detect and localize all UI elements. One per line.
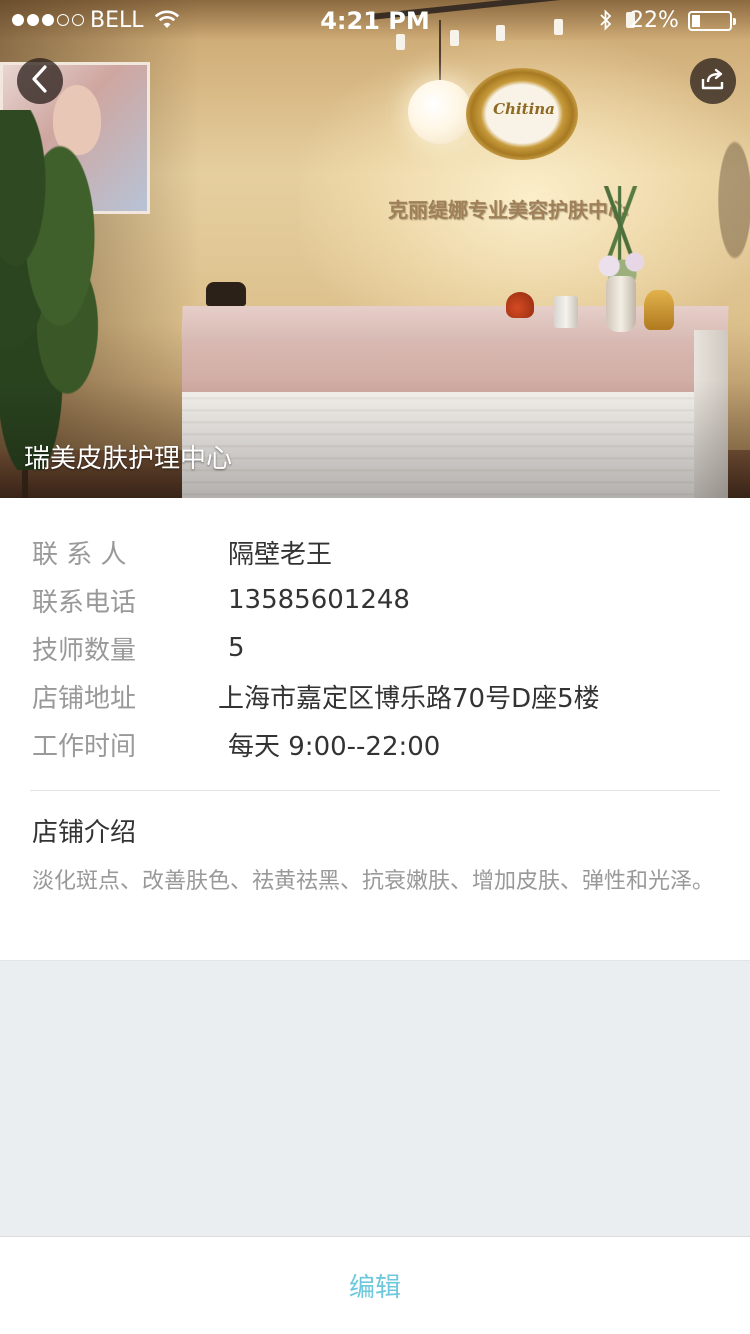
phone-row: 联系电话 13585601248 [32, 580, 410, 620]
pendant-lamp [408, 80, 472, 144]
brand-logo-text: Chitina [493, 100, 555, 118]
phone-label: 联系电话 [32, 587, 137, 618]
divider [30, 790, 720, 791]
store-name: 瑞美皮肤护理中心 [24, 444, 233, 474]
technicians-value: 5 [228, 633, 245, 663]
phone-value[interactable]: 13585601248 [228, 585, 410, 615]
store-info-card: 联 系 人 隔壁老王 联系电话 13585601248 技师数量 5 店铺地址 … [0, 498, 750, 961]
bottom-action-bar: 编辑 [0, 1236, 750, 1334]
intro-text: 淡化斑点、改善肤色、祛黄祛黑、抗衰嫩肤、增加皮肤、弹性和光泽。 [32, 869, 715, 894]
hours-label: 工作时间 [32, 731, 137, 762]
contact-label: 联 系 人 [32, 539, 127, 570]
share-icon [700, 67, 726, 95]
battery-level [692, 15, 700, 27]
back-button[interactable] [17, 58, 63, 104]
battery-percent: 22% [630, 8, 679, 33]
contact-row: 联 系 人 隔壁老王 [32, 532, 332, 572]
contact-value: 隔壁老王 [228, 539, 333, 570]
address-row: 店铺地址 上海市嘉定区博乐路70号D座5楼 [32, 676, 600, 716]
status-bar: BELL 4:21 PM 22% [0, 0, 750, 40]
cup [554, 296, 578, 328]
hours-value: 每天 9:00--22:00 [228, 731, 441, 762]
teapot [506, 292, 534, 318]
bluetooth-icon [598, 8, 614, 38]
edit-button[interactable]: 编辑 [289, 1247, 461, 1324]
lucky-cat [644, 290, 674, 330]
battery-icon [688, 11, 736, 31]
right-plant [712, 120, 750, 280]
hours-row: 工作时间 每天 9:00--22:00 [32, 724, 440, 764]
address-label: 店铺地址 [32, 683, 137, 714]
share-button[interactable] [690, 58, 736, 104]
vase [606, 276, 636, 332]
store-photo: Chitina 克丽缇娜专业美容护肤中心 [0, 0, 750, 498]
chevron-left-icon [29, 64, 51, 98]
telephone [206, 282, 246, 306]
technicians-label: 技师数量 [32, 635, 137, 666]
technicians-row: 技师数量 5 [32, 628, 245, 668]
address-value: 上海市嘉定区博乐路70号D座5楼 [218, 683, 600, 714]
intro-title: 店铺介绍 [32, 818, 137, 848]
